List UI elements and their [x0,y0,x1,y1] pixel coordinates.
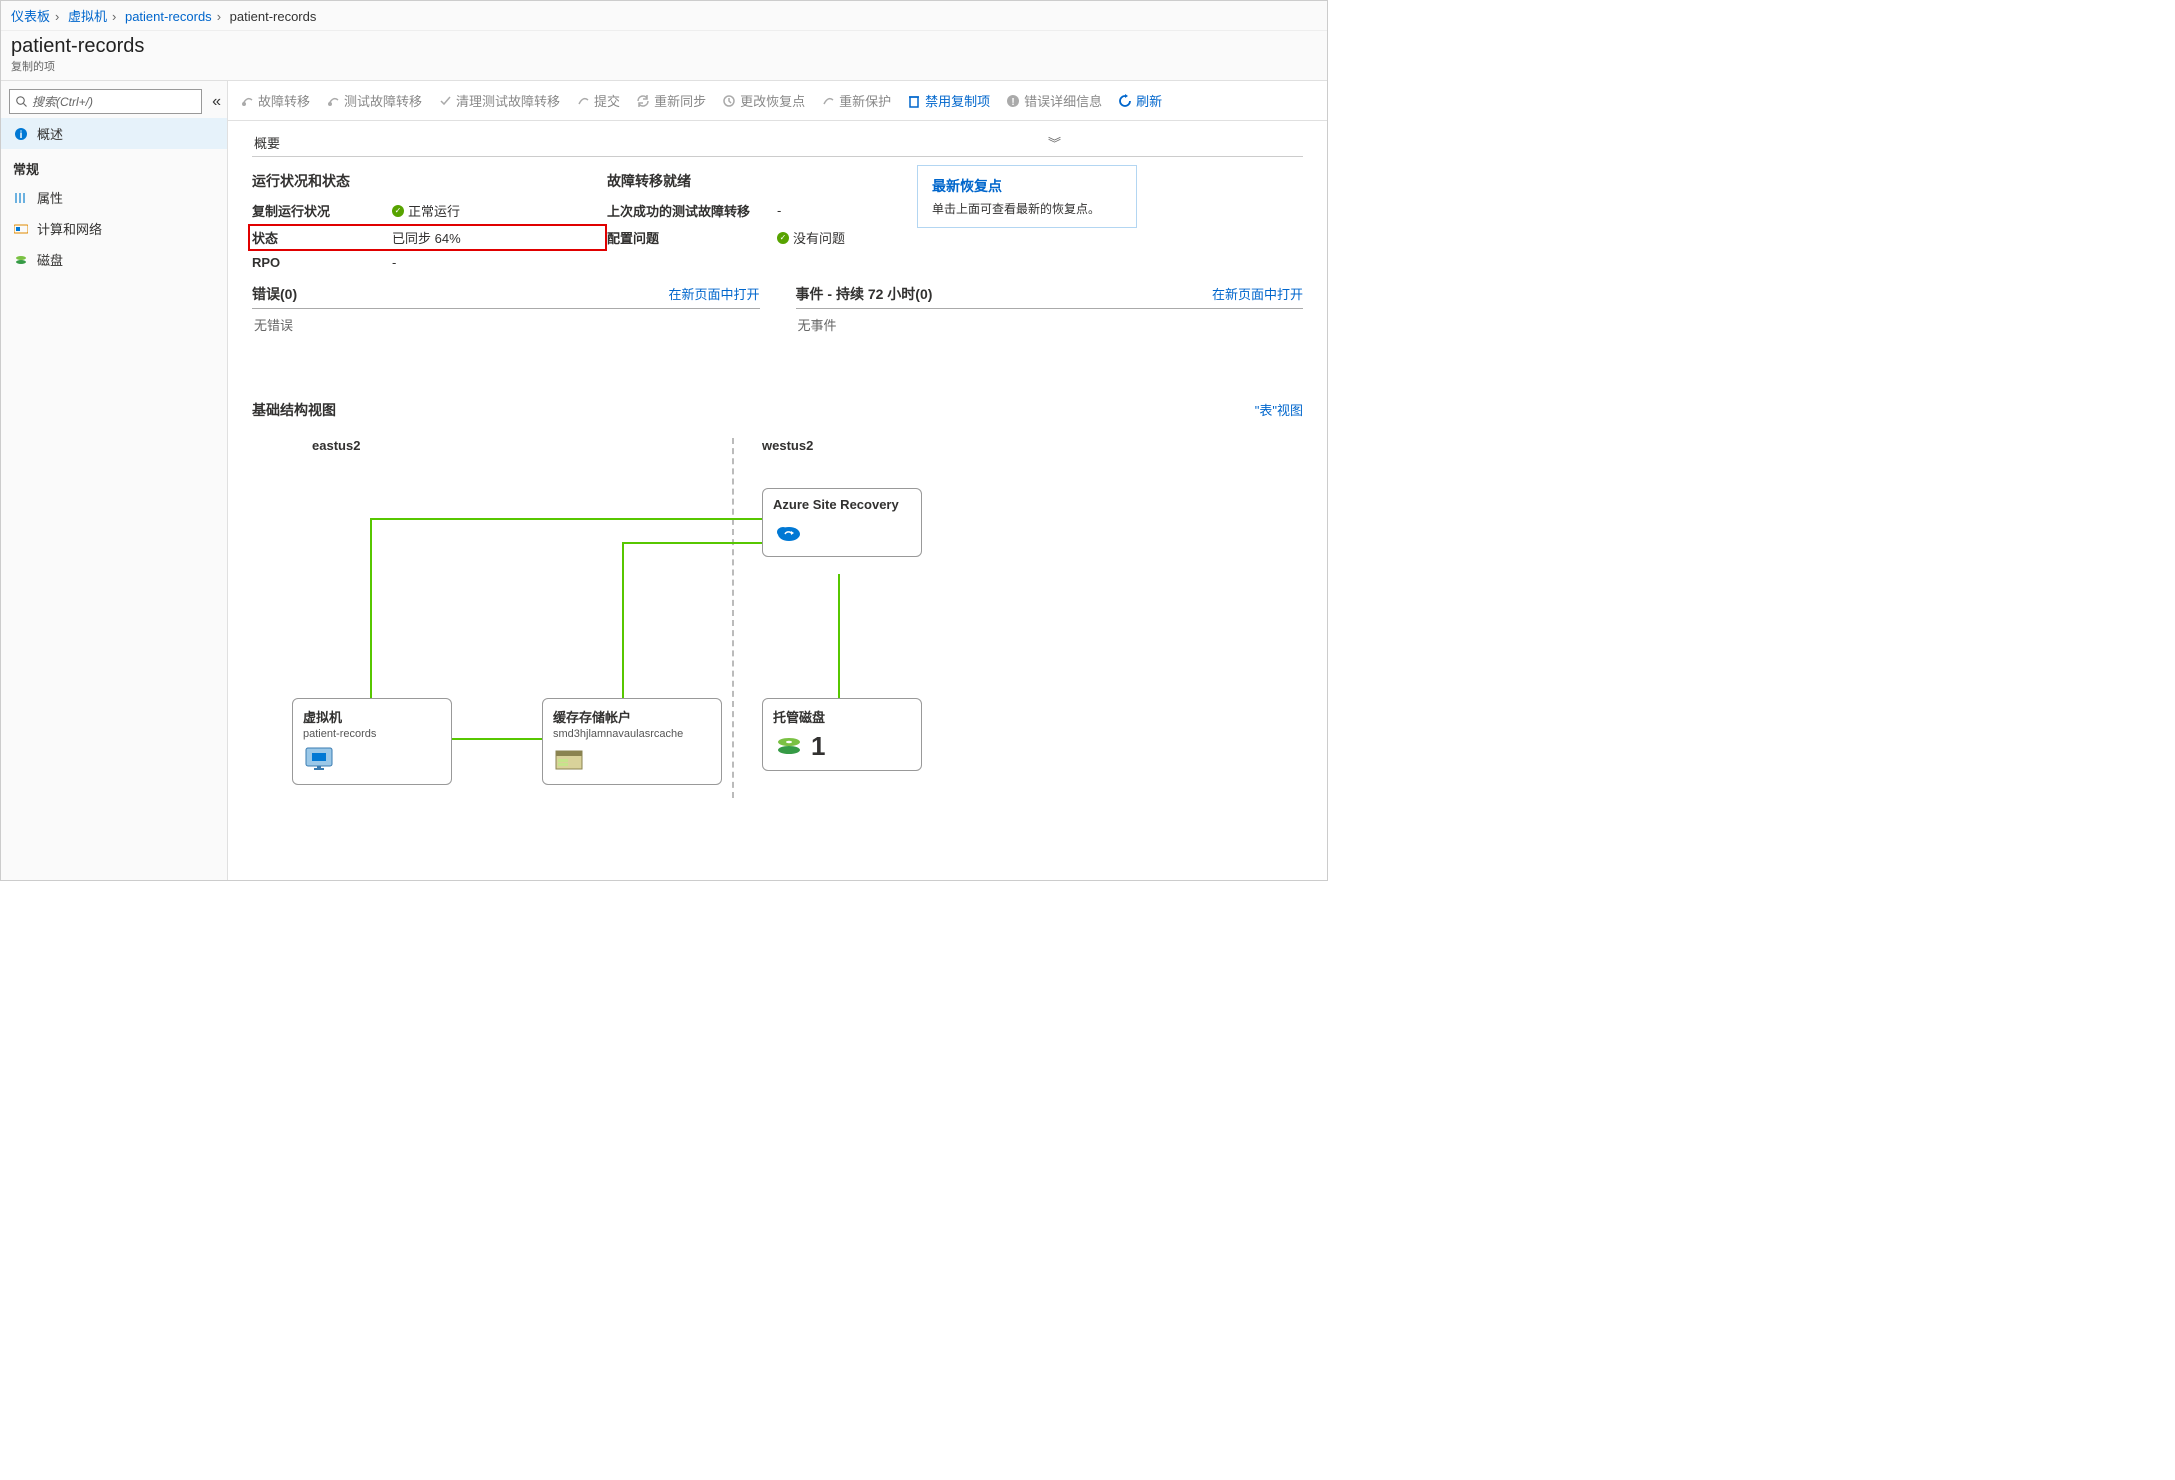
tb-error-details[interactable]: !错误详细信息 [998,87,1110,114]
region-source-label: eastus2 [312,438,360,453]
readiness-title: 故障转移就绪 [607,171,917,191]
tb-reprotect[interactable]: 重新保护 [813,87,899,114]
tb-test-failover[interactable]: 测试故障转移 [318,87,430,114]
kv-replication-health: 复制运行状况 ✓正常运行 [252,197,607,224]
disk-icon [773,730,805,762]
region-target-label: westus2 [762,438,813,453]
search-icon [16,96,28,108]
nav-disks[interactable]: 磁盘 [1,244,227,275]
disk-count: 1 [811,731,825,762]
card-vm[interactable]: 虚拟机 patient-records [292,698,452,785]
vm-icon [303,744,335,776]
cloud-recovery-icon [773,516,805,548]
tb-failover[interactable]: 故障转移 [232,87,318,114]
chevron-down-icon: ︾ [1048,133,1061,152]
tb-resync[interactable]: 重新同步 [628,87,714,114]
nav-section-general: 常规 [1,149,227,182]
page-subtitle: 复制的项 [11,58,1317,74]
page-header: patient-records 复制的项 [1,31,1327,81]
nav-overview[interactable]: i 概述 [1,118,227,149]
infrastructure-diagram: eastus2 westus2 Azure Site Recovery 虚拟机 … [252,438,1303,818]
collapse-sidebar-button[interactable]: « [206,89,227,115]
health-title: 运行状况和状态 [252,171,607,191]
kv-rpo: RPO - [252,251,607,274]
kv-last-test-failover: 上次成功的测试故障转移 - [607,197,917,224]
open-events-link[interactable]: 在新页面中打开 [1212,284,1303,304]
search-input[interactable]: 搜索(Ctrl+/) [9,89,202,114]
events-body: 无事件 [796,309,1304,340]
kv-config-issues: 配置问题 ✓没有问题 [607,224,917,251]
errors-body: 无错误 [252,309,760,340]
infra-title: 基础结构视图 [252,400,336,420]
kv-status-highlighted: 状态 已同步 64% [248,224,607,251]
tb-change-recovery-point[interactable]: 更改恢复点 [714,87,813,114]
region-divider [732,438,734,798]
bc-current: patient-records [230,9,317,24]
events-header: 事件 - 持续 72 小时(0) 在新页面中打开 [796,280,1304,309]
svg-text:!: ! [1011,97,1014,108]
check-icon: ✓ [392,205,404,217]
errors-header: 错误(0) 在新页面中打开 [252,280,760,309]
tb-cleanup[interactable]: 清理测试故障转移 [430,87,568,114]
toolbar: 故障转移 测试故障转移 清理测试故障转移 提交 重新同步 更改恢复点 重新保护 … [228,81,1327,121]
svg-text:i: i [20,130,23,141]
recovery-point-tip[interactable]: 最新恢复点 单击上面可查看最新的恢复点。 [917,165,1137,228]
sidebar: 搜索(Ctrl+/) « i 概述 常规 属性 计算和网络 磁盘 [1,81,228,881]
compute-icon [13,221,29,237]
breadcrumb: 仪表板› 虚拟机› patient-records› patient-recor… [1,1,1327,31]
nav-properties[interactable]: 属性 [1,182,227,213]
card-cache-storage[interactable]: 缓存存储帐户 smd3hjlamnavaulasrcache [542,698,722,785]
bc-vms[interactable]: 虚拟机 [68,9,107,24]
card-managed-disk[interactable]: 托管磁盘 1 [762,698,922,771]
tb-disable-replication[interactable]: 禁用复制项 [899,87,998,114]
disks-icon [13,252,29,268]
summary-toggle[interactable]: 概要 ︾ [252,129,1303,157]
storage-icon [553,744,585,776]
card-asr[interactable]: Azure Site Recovery [762,488,922,557]
tb-commit[interactable]: 提交 [568,87,628,114]
check-icon: ✓ [777,232,789,244]
tb-refresh[interactable]: 刷新 [1110,87,1170,114]
properties-icon [13,190,29,206]
open-errors-link[interactable]: 在新页面中打开 [668,284,759,304]
nav-compute-network[interactable]: 计算和网络 [1,213,227,244]
bc-dashboard[interactable]: 仪表板 [11,9,50,24]
page-title: patient-records [11,35,1317,58]
main-content: 故障转移 测试故障转移 清理测试故障转移 提交 重新同步 更改恢复点 重新保护 … [228,81,1327,881]
info-icon: i [13,126,29,142]
bc-resource[interactable]: patient-records [125,9,212,24]
table-view-link[interactable]: "表"视图 [1255,400,1303,420]
